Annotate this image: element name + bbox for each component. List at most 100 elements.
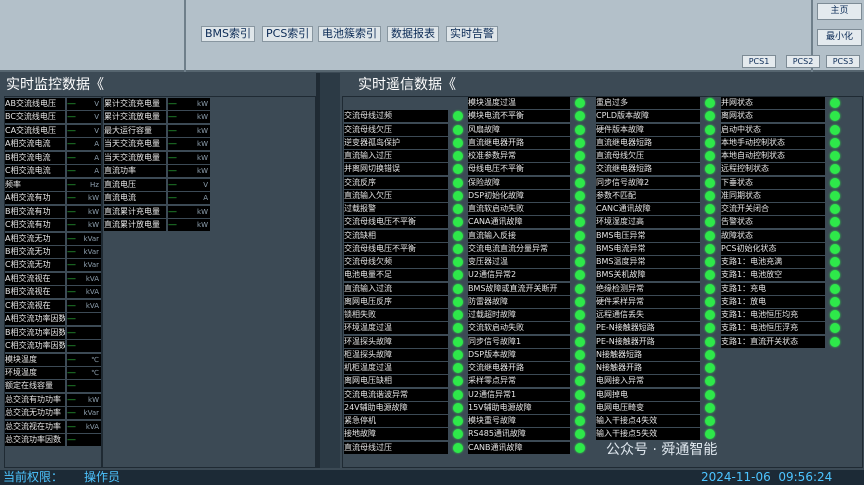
- nav-pcs-index-button[interactable]: PCS索引: [262, 26, 314, 42]
- monitor-label: C相交流无功: [5, 259, 65, 272]
- status-indicator-icon: [453, 204, 463, 214]
- signal-label: 本地手动控制状态: [721, 136, 825, 149]
- value-placeholder: —: [168, 220, 177, 231]
- status-indicator-icon: [705, 124, 715, 135]
- monitor-value: — ℃: [67, 367, 101, 379]
- status-indicator-icon: [575, 230, 585, 241]
- signal-label: 交流母线过频: [344, 110, 448, 123]
- signal-label: 远程控制状态: [721, 163, 825, 176]
- unit-label: V: [94, 113, 99, 122]
- signal-label: 硬件采样异常: [596, 295, 700, 308]
- signal-label: 逆变器孤岛保护: [344, 136, 448, 149]
- status-indicator-icon: [453, 190, 463, 201]
- monitor-label: 直流功率: [104, 165, 166, 178]
- pcs3-button[interactable]: PCS3: [826, 55, 860, 68]
- signal-label: 交流开关闭合: [721, 203, 825, 215]
- signal-label: 电网电压畸变: [596, 401, 700, 414]
- signal-label: 直流输入反接: [468, 229, 570, 242]
- value-placeholder: —: [67, 179, 76, 190]
- value-placeholder: —: [67, 273, 76, 284]
- signal-label: 交流缺相: [344, 229, 448, 242]
- status-indicator-icon: [453, 137, 463, 148]
- value-placeholder: —: [67, 435, 76, 446]
- signal-label: 直流输入过压: [344, 150, 448, 162]
- signal-label: 硬件版本故障: [596, 123, 700, 136]
- unit-label: ℃: [91, 369, 99, 377]
- monitor-value: — kW: [67, 205, 101, 218]
- status-indicator-icon: [453, 310, 463, 320]
- signal-label: CANA通讯故障: [468, 216, 570, 229]
- left-panel-col-separator: [101, 97, 103, 467]
- monitor-value: —: [67, 340, 101, 353]
- signal-label: 支路1：电池充满: [721, 256, 825, 268]
- signal-label: 交流母线电压不平衡: [344, 242, 448, 255]
- signal-label: 交流母线电压不平衡: [344, 216, 448, 229]
- status-indicator-icon: [705, 389, 715, 400]
- signal-label: 同步信号故障1: [468, 335, 570, 348]
- unit-label: kW: [88, 194, 99, 203]
- monitor-value: — kW: [168, 219, 210, 232]
- status-indicator-icon: [575, 177, 585, 188]
- pcs2-button[interactable]: PCS2: [786, 55, 820, 68]
- status-indicator-icon: [453, 416, 463, 426]
- value-placeholder: —: [67, 125, 76, 136]
- value-placeholder: —: [67, 220, 76, 231]
- signal-label: 交流软启动失败: [468, 322, 570, 335]
- unit-label: Hz: [90, 180, 99, 189]
- right-gutter: [320, 73, 340, 468]
- monitor-value: — A: [67, 138, 101, 151]
- value-placeholder: —: [67, 166, 76, 177]
- signal-label: 并网状态: [721, 97, 825, 109]
- status-indicator-icon: [575, 151, 585, 161]
- monitor-value: — kW: [67, 192, 101, 205]
- monitor-label: 总交流无功功率: [5, 407, 65, 420]
- signal-label: DSP版本故障: [468, 348, 570, 361]
- status-indicator-icon: [453, 177, 463, 188]
- pcs1-button[interactable]: PCS1: [742, 55, 776, 68]
- minimize-button[interactable]: 最小化: [817, 29, 862, 46]
- status-indicator-icon: [453, 230, 463, 241]
- signal-label: N接触器开路: [596, 362, 700, 374]
- unit-label: kW: [88, 395, 99, 404]
- status-indicator-icon: [830, 151, 840, 161]
- status-indicator-icon: [705, 402, 715, 413]
- signal-label: 母线电压不平衡: [468, 163, 570, 176]
- status-indicator-icon: [705, 190, 715, 201]
- nav-alarm-button[interactable]: 实时告警: [446, 26, 498, 42]
- status-indicator-icon: [575, 98, 585, 108]
- status-indicator-icon: [705, 336, 715, 347]
- signal-label: 输入干接点4失效: [596, 415, 700, 427]
- signal-label: U2通信异常2: [468, 269, 570, 282]
- signal-label: 环境湿度过高: [596, 216, 700, 229]
- signal-label: 直流输入过流: [344, 282, 448, 295]
- status-indicator-icon: [830, 204, 840, 214]
- status-indicator-icon: [705, 310, 715, 320]
- monitor-value: —: [67, 434, 101, 447]
- signal-label: 风扇故障: [468, 123, 570, 136]
- value-placeholder: —: [168, 193, 177, 204]
- signal-label: 故障状态: [721, 229, 825, 242]
- status-indicator-icon: [705, 257, 715, 267]
- status-indicator-icon: [830, 230, 840, 241]
- monitor-value: — kVA: [67, 299, 101, 312]
- monitor-value: — kVar: [67, 232, 101, 245]
- status-indicator-icon: [830, 243, 840, 254]
- signal-label: 交流继电器短路: [596, 163, 700, 176]
- status-indicator-icon: [705, 296, 715, 307]
- nav-report-button[interactable]: 数据报表: [387, 26, 439, 42]
- signal-label: 重启过多: [596, 97, 700, 109]
- status-indicator-icon: [575, 349, 585, 360]
- status-indicator-icon: [453, 283, 463, 294]
- monitor-value: — kW: [168, 165, 210, 178]
- status-indicator-icon: [575, 296, 585, 307]
- permission-label: 当前权限：: [3, 470, 64, 484]
- status-indicator-icon: [453, 389, 463, 400]
- nav-bms-index-button[interactable]: BMS索引: [201, 26, 256, 42]
- unit-label: kW: [197, 153, 208, 162]
- status-indicator-icon: [575, 310, 585, 320]
- nav-cluster-index-button[interactable]: 电池簇索引: [318, 26, 381, 42]
- home-button[interactable]: 主页: [817, 3, 862, 20]
- signal-label: 离网电压缺相: [344, 375, 448, 388]
- signal-label: 交流母线欠频: [344, 256, 448, 268]
- signal-label: 锁相失败: [344, 309, 448, 321]
